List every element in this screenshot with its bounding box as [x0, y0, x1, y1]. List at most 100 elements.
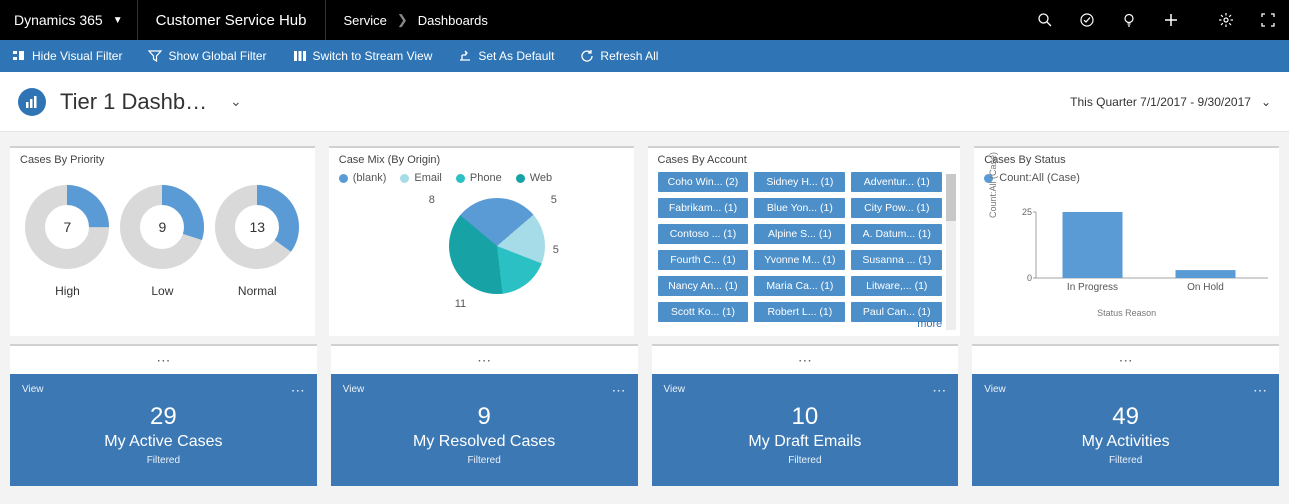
account-pill[interactable]: Blue Yon... (1)	[754, 198, 845, 218]
pie-value-email: 5	[551, 194, 557, 206]
donut-center-value: 13	[214, 184, 300, 270]
stream-header-more[interactable]: ⋯	[972, 346, 1279, 374]
panel-cases-by-status: Cases By Status Count:All (Case) Count:A…	[974, 146, 1279, 336]
svg-text:25: 25	[1022, 207, 1032, 217]
stream-view-label: View	[664, 384, 947, 395]
breadcrumb-leaf[interactable]: Dashboards	[418, 13, 488, 28]
svg-text:0: 0	[1027, 273, 1032, 283]
account-pill[interactable]: Susanna ... (1)	[851, 250, 942, 270]
account-pill[interactable]: Contoso ... (1)	[658, 224, 749, 244]
legend-item[interactable]: (blank)	[339, 172, 387, 184]
stream-card: ⋯View⋯9My Resolved CasesFiltered	[331, 344, 638, 486]
date-range-label: This Quarter 7/1/2017 - 9/30/2017	[1070, 95, 1251, 109]
stream-body-more[interactable]: ⋯	[932, 382, 946, 399]
date-range-picker[interactable]: This Quarter 7/1/2017 - 9/30/2017 ⌄	[1070, 95, 1271, 109]
stream-view-label: View	[343, 384, 626, 395]
stream-body-more[interactable]: ⋯	[291, 382, 305, 399]
stream-filtered-label: Filtered	[343, 455, 626, 466]
account-pill[interactable]: Nancy An... (1)	[658, 276, 749, 296]
visual-filter-row: Cases By Priority 7High9Low13Normal Case…	[0, 132, 1289, 344]
stream-header-more[interactable]: ⋯	[652, 346, 959, 374]
stream-body[interactable]: View⋯10My Draft EmailsFiltered	[652, 374, 959, 486]
stream-card: ⋯View⋯49My ActivitiesFiltered	[972, 344, 1279, 486]
chevron-down-icon: ⌄	[1261, 95, 1271, 109]
lightbulb-icon[interactable]	[1108, 12, 1150, 28]
chevron-down-icon[interactable]: ⌄	[230, 93, 242, 110]
stream-view-label: View	[984, 384, 1267, 395]
stream-filtered-label: Filtered	[984, 455, 1267, 466]
task-icon[interactable]	[1066, 12, 1108, 28]
legend-label: Phone	[470, 172, 502, 184]
panel-title: Cases By Account	[658, 154, 943, 166]
switch-stream-view-button[interactable]: Switch to Stream View	[289, 49, 437, 63]
account-pill[interactable]: Coho Win... (2)	[658, 172, 749, 192]
breadcrumb[interactable]: Service ❯ Dashboards	[326, 0, 506, 40]
pie-value-phone: 5	[553, 244, 559, 256]
account-pill[interactable]: Scott Ko... (1)	[658, 302, 749, 322]
pie-value-web: 11	[455, 298, 466, 310]
chevron-right-icon: ❯	[397, 12, 408, 28]
account-pill[interactable]: Fourth C... (1)	[658, 250, 749, 270]
donut-chart[interactable]: 13	[214, 184, 300, 270]
stream-view-label: View	[22, 384, 305, 395]
add-icon[interactable]	[1150, 12, 1192, 28]
hide-visual-filter-button[interactable]: Hide Visual Filter	[8, 49, 126, 63]
bar-chart[interactable]: Count:All (Case) 025In ProgressOn Hold	[1012, 188, 1269, 308]
set-as-default-button[interactable]: Set As Default	[454, 49, 558, 63]
account-pill[interactable]: Maria Ca... (1)	[754, 276, 845, 296]
account-pill[interactable]: Litware,... (1)	[851, 276, 942, 296]
svg-text:In Progress: In Progress	[1067, 282, 1118, 293]
panel-title: Cases By Priority	[20, 154, 305, 166]
cmd-label: Show Global Filter	[168, 49, 266, 63]
stream-header-more[interactable]: ⋯	[10, 346, 317, 374]
app-name[interactable]: Customer Service Hub	[137, 0, 326, 40]
account-pill[interactable]: Alpine S... (1)	[754, 224, 845, 244]
account-pill[interactable]: Adventur... (1)	[851, 172, 942, 192]
account-pill[interactable]: A. Datum... (1)	[851, 224, 942, 244]
show-global-filter-button[interactable]: Show Global Filter	[144, 49, 270, 63]
legend-item[interactable]: Email	[400, 172, 442, 184]
account-pill[interactable]: Yvonne M... (1)	[754, 250, 845, 270]
stream-body[interactable]: View⋯49My ActivitiesFiltered	[972, 374, 1279, 486]
stream-name: My Resolved Cases	[343, 433, 626, 451]
account-pill[interactable]: Sidney H... (1)	[754, 172, 845, 192]
page-title: Tier 1 Dashboard	[60, 89, 210, 115]
dashboard-icon	[18, 88, 46, 116]
fullscreen-icon[interactable]	[1247, 12, 1289, 28]
stream-body-more[interactable]: ⋯	[612, 382, 626, 399]
pie-chart[interactable]: 8 5 5 11	[339, 188, 624, 328]
donut-chart[interactable]: 9	[119, 184, 205, 270]
x-axis-label: Status Reason	[984, 308, 1269, 318]
stream-body-more[interactable]: ⋯	[1253, 382, 1267, 399]
brand-switcher[interactable]: Dynamics 365 ▼	[0, 0, 137, 40]
streams-row: ⋯View⋯29My Active CasesFiltered⋯View⋯9My…	[0, 344, 1289, 500]
donut-category-label: Normal	[238, 284, 277, 298]
command-bar: Hide Visual Filter Show Global Filter Sw…	[0, 40, 1289, 72]
donut-center-value: 9	[119, 184, 205, 270]
account-pill[interactable]: Robert L... (1)	[754, 302, 845, 322]
brand-label: Dynamics 365	[14, 12, 103, 28]
donut-center-value: 7	[24, 184, 110, 270]
cmd-label: Set As Default	[478, 49, 554, 63]
refresh-all-button[interactable]: Refresh All	[576, 49, 662, 63]
legend-item[interactable]: Web	[516, 172, 552, 184]
stream-header-more[interactable]: ⋯	[331, 346, 638, 374]
legend-dot	[339, 174, 348, 183]
donut-category-label: High	[55, 284, 80, 298]
stream-name: My Draft Emails	[664, 433, 947, 451]
chevron-down-icon: ▼	[113, 15, 123, 26]
account-pill[interactable]: Fabrikam... (1)	[658, 198, 749, 218]
stream-name: My Active Cases	[22, 433, 305, 451]
legend-item[interactable]: Phone	[456, 172, 502, 184]
more-link[interactable]: more	[917, 318, 942, 330]
stream-body[interactable]: View⋯29My Active CasesFiltered	[10, 374, 317, 486]
cmd-label: Hide Visual Filter	[32, 49, 122, 63]
gear-icon[interactable]	[1205, 12, 1247, 28]
global-actions	[1024, 0, 1289, 40]
cmd-label: Refresh All	[600, 49, 658, 63]
breadcrumb-root[interactable]: Service	[344, 13, 387, 28]
donut-chart[interactable]: 7	[24, 184, 110, 270]
stream-body[interactable]: View⋯9My Resolved CasesFiltered	[331, 374, 638, 486]
search-icon[interactable]	[1024, 12, 1066, 28]
account-pill[interactable]: City Pow... (1)	[851, 198, 942, 218]
